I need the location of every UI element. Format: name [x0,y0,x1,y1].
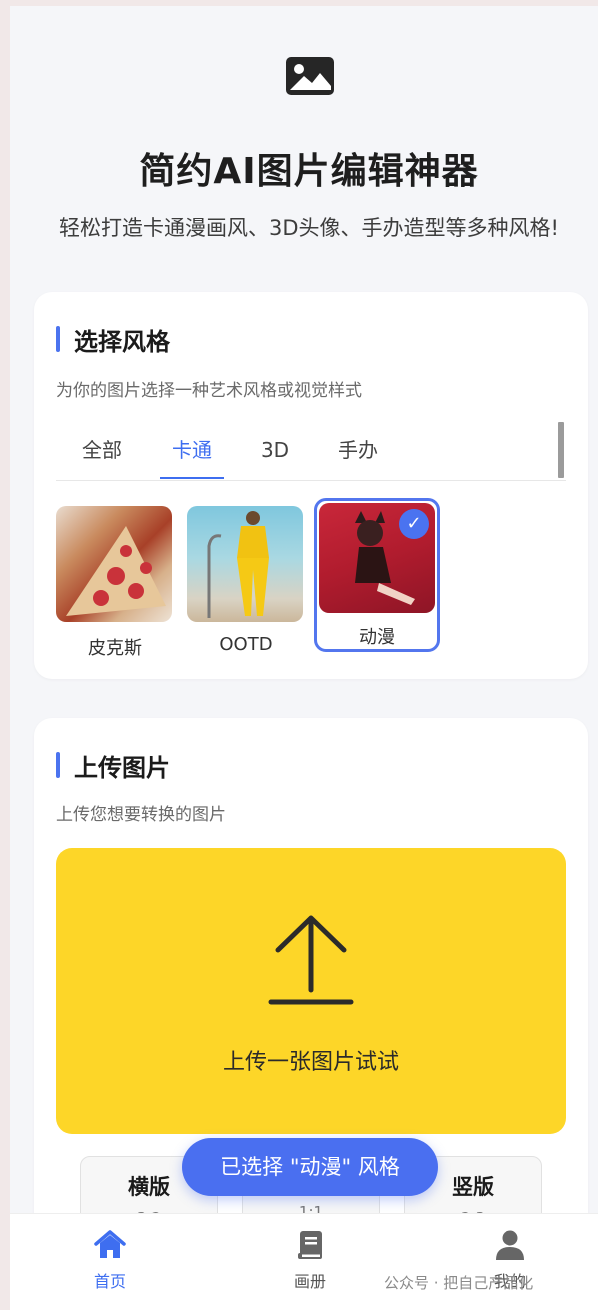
upload-prompt: 上传一张图片试试 [222,1050,399,1075]
style-label-ootd: OOTD [219,634,273,655]
tab-cartoon[interactable]: 卡通 [160,430,224,479]
nav-item-album[interactable]: 画册 [270,1228,350,1292]
upload-section-description: 上传您想要转换的图片 [56,805,226,825]
style-card: 选择风格 为你的图片选择一种艺术风格或视觉样式 全部 卡通 3D 手办 皮克斯 [34,292,588,679]
tab-3d[interactable]: 3D [258,430,292,478]
album-icon [298,1231,322,1259]
pixar-thumbnail [56,506,172,622]
selected-check-icon: ✓ [399,509,429,539]
style-option-anime[interactable]: ✓ 动漫 [314,498,440,652]
tab-all[interactable]: 全部 [78,430,126,478]
selected-style-pill[interactable]: 已选择 "动漫" 风格 [182,1138,438,1196]
nav-item-home[interactable]: 首页 [70,1228,150,1292]
ootd-thumbnail [187,506,303,622]
page-subtitle: 轻松打造卡通漫画风、3D头像、手办造型等多种风格! [59,216,559,240]
style-option-ootd[interactable]: OOTD [187,506,305,655]
upload-dropzone[interactable]: 上传一张图片试试 [56,848,566,1134]
bottom-nav: 首页 画册 我的 [10,1213,598,1310]
app-screen: 简约AI图片编辑神器 轻松打造卡通漫画风、3D头像、手办造型等多种风格! 选择风… [10,6,598,1310]
watermark-text: 公众号 · 把自己产品化 [384,1274,534,1292]
upload-arrow-icon [268,915,354,1005]
ootd-figure-illustration [207,511,269,618]
style-label-anime: 动漫 [359,627,395,648]
image-icon [286,57,334,95]
style-section-title: 选择风格 [56,322,170,357]
profile-icon [496,1230,524,1260]
nav-label-album: 画册 [293,1272,326,1291]
upload-section-title: 上传图片 [56,748,170,783]
pizza-illustration [66,526,166,616]
tabs-scrollbar[interactable] [558,422,564,478]
home-icon [94,1230,126,1258]
style-option-pixar[interactable]: 皮克斯 [56,506,174,660]
style-tabs: 全部 卡通 3D 手办 [56,430,566,481]
style-section-description: 为你的图片选择一种艺术风格或视觉样式 [56,381,362,401]
style-label-pixar: 皮克斯 [88,638,142,659]
nav-label-home: 首页 [93,1272,126,1291]
tab-figure[interactable]: 手办 [334,430,382,478]
anime-thumbnail: ✓ [319,503,435,613]
page-title: 简约AI图片编辑神器 [139,151,479,192]
